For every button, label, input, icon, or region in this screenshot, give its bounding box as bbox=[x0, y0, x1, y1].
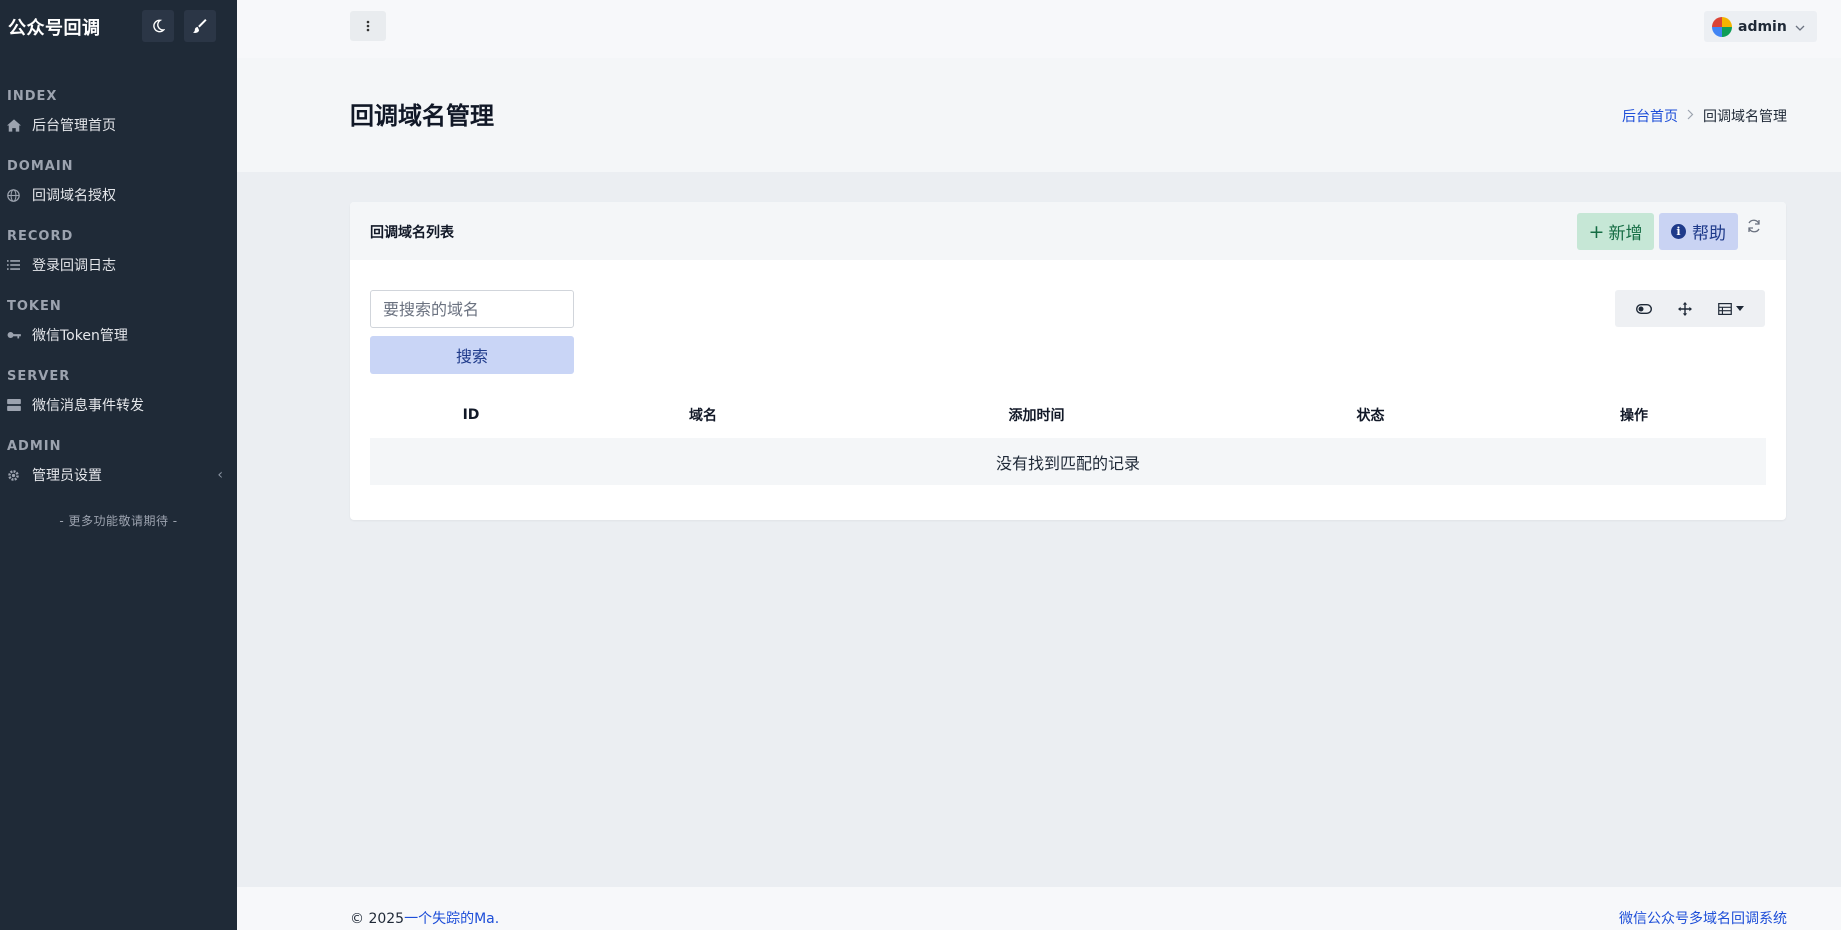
sidebar-nav: INDEX 后台管理首页 DOMAIN 回调域名授权 RECORD 登录回调日志… bbox=[0, 54, 237, 529]
chevron-right-icon bbox=[1687, 108, 1694, 124]
domain-list-card: 回调域名列表 + 新增 i 帮助 搜索 ID 域名 添加时间 状 bbox=[350, 202, 1786, 520]
chevron-left-icon: ‹ bbox=[217, 467, 223, 483]
column-header-id[interactable]: ID bbox=[370, 407, 572, 423]
globe-icon bbox=[7, 188, 24, 202]
breadcrumb-current: 回调域名管理 bbox=[1703, 109, 1787, 125]
vertical-dots-icon bbox=[366, 20, 370, 32]
sidebar-header: 公众号回调 bbox=[0, 0, 237, 54]
server-icon bbox=[7, 399, 24, 411]
card-header: 回调域名列表 + 新增 i 帮助 bbox=[350, 202, 1786, 260]
info-icon: i bbox=[1671, 224, 1686, 239]
sidebar-item-label: 回调域名授权 bbox=[32, 188, 116, 204]
theme-button[interactable] bbox=[184, 10, 216, 42]
sidebar-item-label: 微信Token管理 bbox=[32, 328, 128, 344]
add-button[interactable]: + 新增 bbox=[1577, 213, 1654, 250]
brush-icon bbox=[192, 18, 207, 33]
nav-section-record: RECORD bbox=[7, 229, 74, 244]
sidebar-item-label: 微信消息事件转发 bbox=[32, 398, 144, 414]
page-title: 回调域名管理 bbox=[350, 102, 494, 130]
nav-section-domain: DOMAIN bbox=[7, 159, 74, 174]
sidebar-item-home[interactable]: 后台管理首页 bbox=[0, 108, 237, 142]
avatar bbox=[1712, 16, 1732, 37]
dark-mode-toggle[interactable] bbox=[142, 10, 174, 42]
user-name: admin bbox=[1738, 18, 1787, 35]
nav-section-token: TOKEN bbox=[7, 299, 62, 314]
breadcrumb: 后台首页 回调域名管理 bbox=[1622, 106, 1787, 126]
toggle-view-button[interactable] bbox=[1629, 294, 1659, 324]
home-icon bbox=[7, 118, 24, 132]
footer-copyright: © 2025一个失踪的Ma. bbox=[350, 908, 499, 928]
plus-icon: + bbox=[1588, 220, 1605, 243]
columns-dropdown-button[interactable] bbox=[1711, 294, 1751, 324]
copyright-text: © 2025 bbox=[350, 911, 405, 927]
author-link[interactable]: 一个失踪的Ma. bbox=[404, 911, 499, 927]
sidebar-item-server[interactable]: 微信消息事件转发 bbox=[0, 388, 237, 422]
column-header-actions[interactable]: 操作 bbox=[1502, 405, 1766, 425]
topbar: admin bbox=[237, 0, 1841, 58]
add-button-label: 新增 bbox=[1608, 224, 1643, 244]
sidebar-item-token[interactable]: 微信Token管理 bbox=[0, 318, 237, 352]
column-header-domain[interactable]: 域名 bbox=[572, 405, 834, 425]
column-header-status[interactable]: 状态 bbox=[1239, 405, 1502, 425]
table-icon bbox=[1718, 302, 1733, 315]
key-icon bbox=[7, 329, 24, 341]
nav-section-server: SERVER bbox=[7, 369, 71, 384]
moon-icon bbox=[153, 19, 165, 33]
table-toolbar bbox=[1615, 290, 1765, 327]
table-header: ID 域名 添加时间 状态 操作 bbox=[370, 392, 1766, 438]
sidebar-item-admin[interactable]: 管理员设置 ‹ bbox=[0, 458, 237, 492]
domain-table: ID 域名 添加时间 状态 操作 没有找到匹配的记录 bbox=[370, 392, 1766, 485]
caret-down-icon bbox=[1736, 306, 1745, 311]
nav-section-index: INDEX bbox=[7, 89, 58, 104]
footer: © 2025一个失踪的Ma. 微信公众号多域名回调系统 bbox=[237, 887, 1841, 930]
column-header-added-time[interactable]: 添加时间 bbox=[834, 405, 1239, 425]
card-title: 回调域名列表 bbox=[370, 225, 454, 241]
gear-icon bbox=[7, 469, 24, 482]
sidebar-item-label: 后台管理首页 bbox=[32, 118, 116, 134]
nav-section-admin: ADMIN bbox=[7, 439, 62, 454]
fullscreen-button[interactable] bbox=[1670, 294, 1700, 324]
sidebar: 公众号回调 INDEX 后台管理首页 DOMAIN 回调域名授权 RECORD bbox=[0, 0, 237, 930]
system-name-link[interactable]: 微信公众号多域名回调系统 bbox=[1619, 908, 1787, 928]
sidebar-item-record[interactable]: 登录回调日志 bbox=[0, 248, 237, 282]
sidebar-item-label: 登录回调日志 bbox=[32, 258, 116, 274]
user-menu[interactable]: admin bbox=[1704, 11, 1817, 42]
toggle-icon bbox=[1635, 303, 1652, 314]
list-icon bbox=[7, 259, 24, 271]
more-menu-button[interactable] bbox=[350, 11, 386, 41]
help-button[interactable]: i 帮助 bbox=[1659, 213, 1738, 250]
chevron-down-icon bbox=[1795, 20, 1805, 34]
search-button[interactable]: 搜索 bbox=[370, 336, 574, 374]
help-button-label: 帮助 bbox=[1692, 224, 1726, 244]
sidebar-item-label: 管理员设置 bbox=[32, 468, 102, 484]
page-header: 回调域名管理 后台首页 回调域名管理 bbox=[237, 58, 1841, 172]
sidebar-item-domain[interactable]: 回调域名授权 bbox=[0, 178, 237, 212]
empty-table-message: 没有找到匹配的记录 bbox=[370, 438, 1766, 485]
sidebar-more-note: - 更多功能敬请期待 - bbox=[59, 514, 178, 528]
search-input[interactable] bbox=[370, 290, 574, 328]
move-icon bbox=[1677, 301, 1692, 316]
breadcrumb-home-link[interactable]: 后台首页 bbox=[1622, 106, 1678, 126]
brand-title: 公众号回调 bbox=[8, 18, 101, 39]
refresh-icon[interactable] bbox=[1746, 218, 1762, 238]
